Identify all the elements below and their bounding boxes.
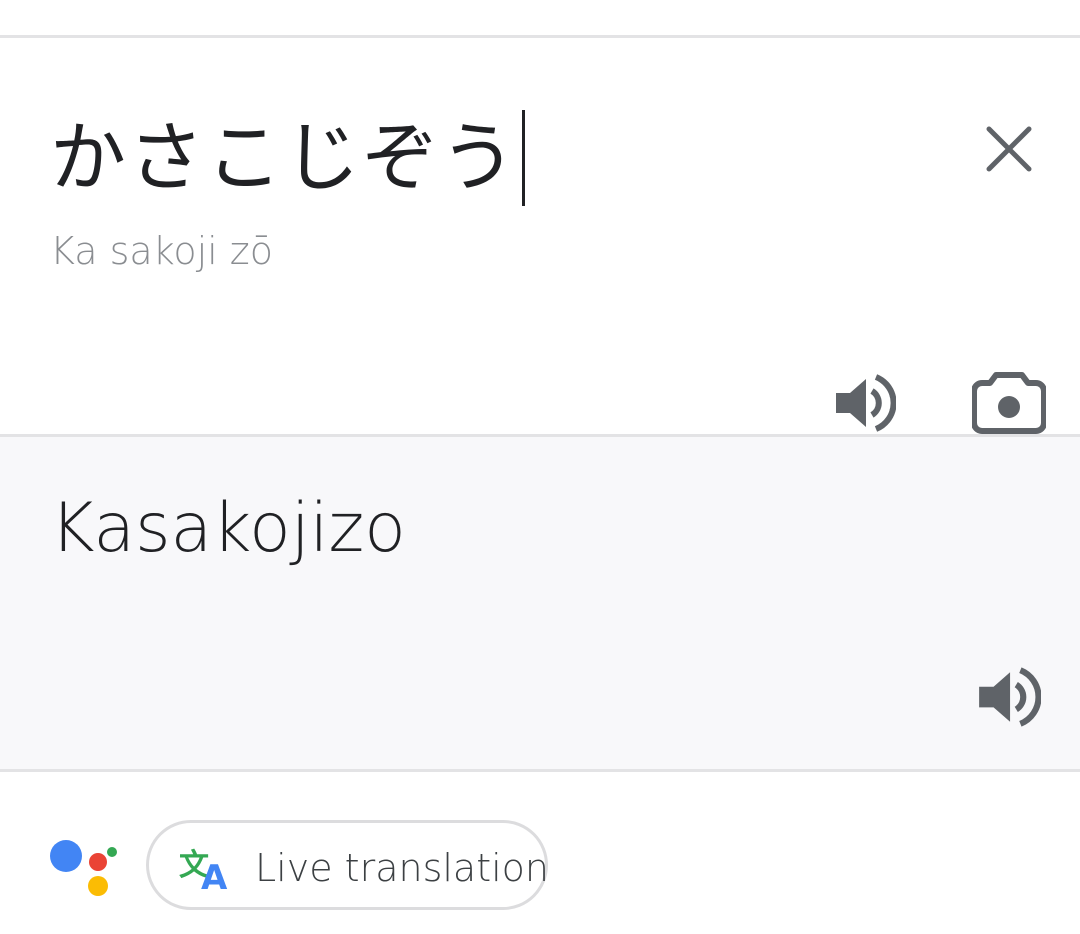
svg-text:A: A (201, 858, 228, 891)
translate-icon: 文 A (179, 848, 228, 891)
google-assistant-icon[interactable] (48, 836, 120, 900)
source-input[interactable]: かさこじぞう (50, 110, 525, 206)
source-text[interactable]: かさこじぞう (50, 113, 518, 202)
result-listen-button[interactable] (975, 664, 1042, 730)
source-listen-button[interactable] (832, 371, 897, 435)
translation-result-panel: Kasakojizo (0, 437, 1080, 769)
text-caret (522, 110, 525, 206)
divider (0, 769, 1080, 772)
live-translation-button[interactable]: 文 A Live translation (146, 820, 549, 910)
speaker-icon (979, 667, 1042, 727)
transliteration-text: Ka sakoji zō (50, 229, 273, 273)
speaker-icon (836, 374, 897, 432)
camera-button[interactable] (971, 371, 1047, 435)
source-panel[interactable]: かさこじぞう Ka sakoji zō (0, 38, 1080, 434)
clear-button[interactable] (980, 120, 1038, 178)
camera-icon (971, 372, 1047, 434)
translation-result-text: Kasakojizo (50, 489, 406, 568)
live-translation-label: Live translation (255, 846, 549, 890)
translate-screen: かさこじぞう Ka sakoji zō Kasakojizo 文 A Live … (0, 0, 1080, 934)
close-icon (986, 126, 1032, 172)
